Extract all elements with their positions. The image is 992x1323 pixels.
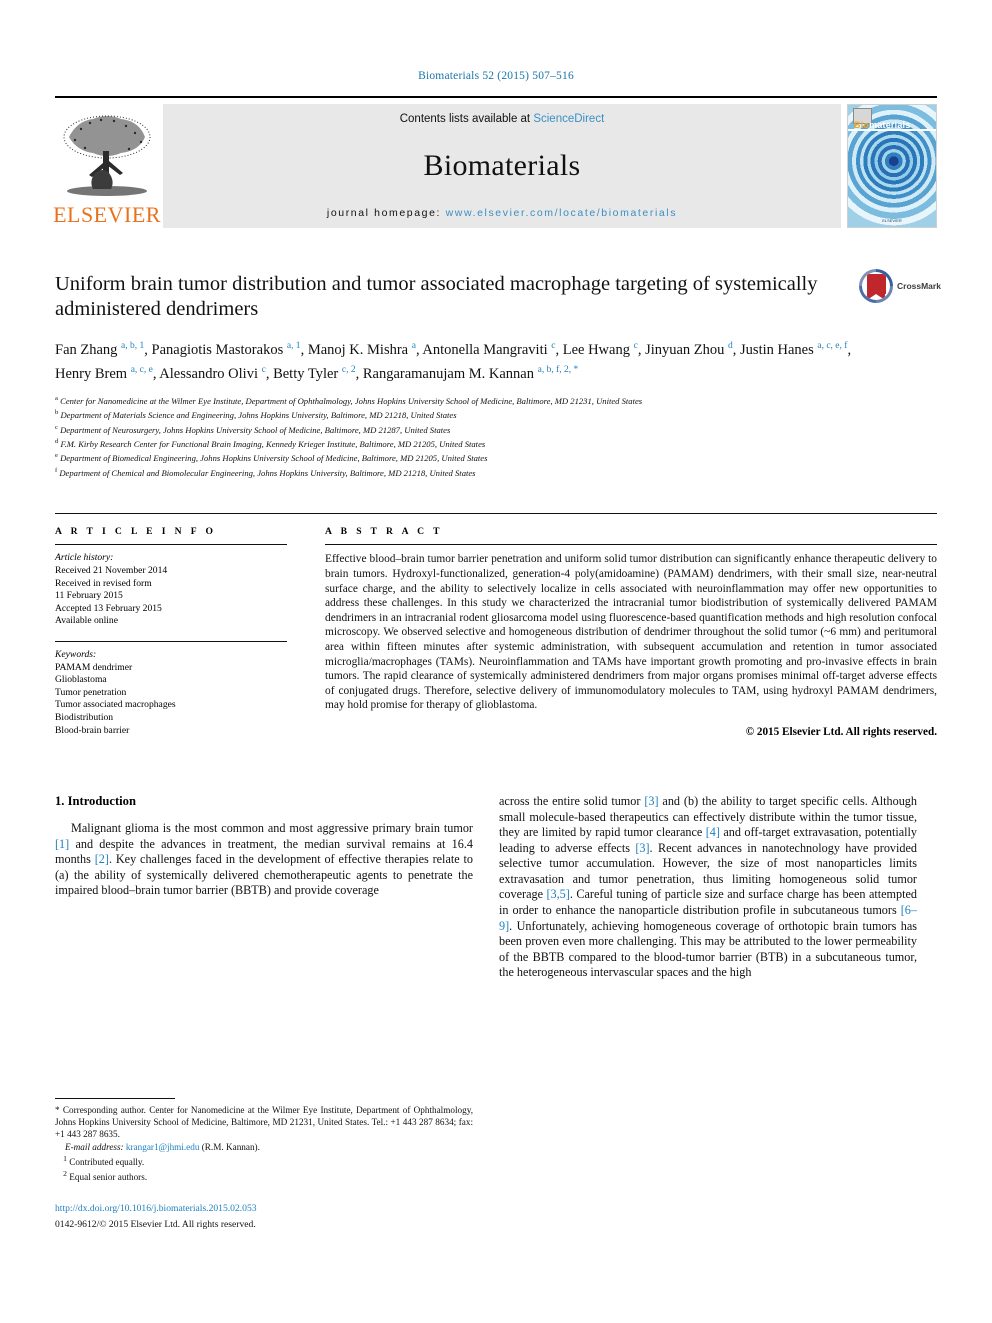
keywords-block: Keywords: PAMAM dendrimer Glioblastoma Tum… bbox=[55, 640, 287, 738]
article-history-item: Received 21 November 2014 bbox=[55, 564, 168, 576]
citation-link[interactable]: [3] bbox=[644, 794, 658, 808]
journal-masthead: ELSEVIER Contents lists available at Sci… bbox=[53, 96, 937, 228]
keyword-items: PAMAM dendrimer Glioblastoma Tumor penetra… bbox=[55, 662, 287, 738]
paragraph-text: Malignant glioma is the most common and … bbox=[71, 820, 473, 835]
article-history-label: Article history: bbox=[55, 552, 114, 564]
body-columns: 1. Introduction Malignant glioma is the … bbox=[55, 794, 937, 981]
article-history: Article history: Received 21 November 20… bbox=[55, 552, 287, 628]
keyword-item: Tumor associated macrophages bbox=[55, 699, 176, 711]
article-history-item: Accepted 13 February 2015 bbox=[55, 602, 162, 614]
affiliation-a: a Center for Nanomedicine at the Wilmer … bbox=[55, 393, 895, 407]
abstract-rule bbox=[325, 544, 937, 546]
email-link[interactable]: krangar1@jhmi.edu bbox=[126, 1142, 200, 1152]
affiliation-e: e Department of Biomedical Engineering, … bbox=[55, 450, 895, 464]
citation-link[interactable]: [2] bbox=[95, 852, 109, 866]
cover-title-materials: materials bbox=[869, 119, 911, 130]
paragraph-text: . Unfortunately, achieving homogeneous c… bbox=[499, 918, 917, 980]
article-info-column: A R T I C L E I N F O Article history: R… bbox=[55, 514, 305, 738]
footnote-2-text: Equal senior authors. bbox=[69, 1172, 148, 1183]
keyword-item: Tumor penetration bbox=[55, 686, 127, 698]
email-note: E-mail address: krangar1@jhmi.edu (R.M. … bbox=[55, 1141, 473, 1153]
keywords-rule bbox=[55, 640, 287, 642]
body-column-right: across the entire solid tumor [3] and (b… bbox=[499, 794, 917, 981]
title-block: Uniform brain tumor distribution and tum… bbox=[55, 269, 941, 322]
footnote-1-marker: 1 bbox=[63, 1153, 67, 1163]
keyword-item: PAMAM dendrimer bbox=[55, 661, 133, 673]
article-info-rule bbox=[55, 544, 287, 546]
footnote-1: 1 Contributed equally. bbox=[55, 1153, 473, 1168]
abstract-copyright: © 2015 Elsevier Ltd. All rights reserved… bbox=[745, 725, 937, 738]
running-head: Biomaterials 52 (2015) 507–516 bbox=[418, 70, 574, 82]
cover-title: Biomaterials bbox=[854, 120, 910, 130]
article-history-item: Received in revised form bbox=[55, 577, 152, 589]
affiliation-c: c Department of Neurosurgery, Johns Hopk… bbox=[55, 422, 895, 436]
affiliation-b: b Department of Materials Science and En… bbox=[55, 407, 895, 421]
doi-link[interactable]: http://dx.doi.org/10.1016/j.biomaterials… bbox=[55, 1203, 473, 1214]
affiliation-d: d F.M. Kirby Research Center for Functio… bbox=[55, 436, 895, 450]
article-info-heading: A R T I C L E I N F O bbox=[55, 526, 217, 538]
affiliation-text: F.M. Kirby Research Center for Functiona… bbox=[58, 438, 486, 449]
article-history-item: 11 February 2015 bbox=[55, 590, 123, 602]
email-attribution: (R.M. Kannan). bbox=[201, 1141, 260, 1152]
article-history-items: Received 21 November 2014 Received in rev… bbox=[55, 565, 287, 628]
homepage-prefix: journal homepage: bbox=[326, 207, 446, 219]
keywords-label: Keywords: bbox=[55, 648, 97, 660]
corresponding-author-note: * Corresponding author. Center for Nanom… bbox=[55, 1105, 473, 1140]
affiliation-text: Department of Chemical and Biomolecular … bbox=[57, 467, 476, 478]
affiliation-text: Department of Neurosurgery, Johns Hopkin… bbox=[57, 424, 451, 435]
doi-block: http://dx.doi.org/10.1016/j.biomaterials… bbox=[55, 1203, 473, 1232]
article-history-item: Available online bbox=[55, 615, 118, 627]
crossmark-badge[interactable]: CrossMark bbox=[859, 268, 941, 304]
contents-prefix: Contents lists available at bbox=[399, 113, 534, 125]
affiliation-text: Department of Biomedical Engineering, Jo… bbox=[57, 453, 488, 464]
masthead-banner: Contents lists available at ScienceDirec… bbox=[163, 104, 841, 228]
keyword-item: Blood-brain barrier bbox=[55, 724, 130, 736]
email-label: E-mail address: bbox=[65, 1141, 124, 1152]
affiliation-list: a Center for Nanomedicine at the Wilmer … bbox=[55, 393, 895, 480]
footnote-block: * Corresponding author. Center for Nanom… bbox=[55, 1098, 473, 1232]
page-title: Uniform brain tumor distribution and tum… bbox=[55, 273, 818, 320]
footnote-2: 2 Equal senior authors. bbox=[55, 1168, 473, 1183]
citation-link[interactable]: [3,5] bbox=[546, 887, 569, 901]
cover-title-bio: Bio bbox=[854, 119, 870, 130]
abstract-column: A B S T R A C T Effective blood–brain tu… bbox=[305, 514, 937, 738]
intro-paragraph-left: Malignant glioma is the most common and … bbox=[55, 821, 473, 899]
issn-copyright: 0142-9612/© 2015 Elsevier Ltd. All right… bbox=[55, 1219, 256, 1231]
sciencedirect-link[interactable]: ScienceDirect bbox=[533, 113, 604, 125]
paragraph-text: across the entire solid tumor bbox=[499, 793, 645, 808]
citation-link[interactable]: [4] bbox=[706, 825, 720, 839]
section-heading-introduction: 1. Introduction bbox=[55, 793, 136, 808]
body-column-left: 1. Introduction Malignant glioma is the … bbox=[55, 794, 473, 981]
contents-line: Contents lists available at ScienceDirec… bbox=[400, 113, 605, 125]
info-abstract-row: A R T I C L E I N F O Article history: R… bbox=[55, 513, 937, 738]
cover-footer: ELSEVIER bbox=[882, 218, 902, 223]
journal-homepage-line: journal homepage: www.elsevier.com/locat… bbox=[327, 207, 677, 219]
keyword-item: Glioblastoma bbox=[55, 674, 107, 686]
paragraph-text: . Key challenges faced in the developmen… bbox=[55, 852, 473, 898]
affiliation-f: f Department of Chemical and Biomolecula… bbox=[55, 465, 895, 479]
journal-homepage-link[interactable]: www.elsevier.com/locate/biomaterials bbox=[446, 207, 678, 219]
journal-cover-thumbnail: Biomaterials ELSEVIER bbox=[847, 104, 937, 228]
elsevier-tree-icon bbox=[59, 111, 155, 203]
citation-link[interactable]: [1] bbox=[55, 837, 69, 851]
elsevier-wordmark: ELSEVIER bbox=[53, 202, 161, 227]
citation-link[interactable]: [3] bbox=[635, 841, 649, 855]
abstract-heading: A B S T R A C T bbox=[325, 526, 443, 538]
author-list: Fan Zhang a, b, 1, Panagiotis Mastorakos… bbox=[55, 341, 852, 382]
footnote-2-marker: 2 bbox=[63, 1169, 67, 1179]
intro-paragraph-right: across the entire solid tumor [3] and (b… bbox=[499, 794, 917, 981]
footnote-1-text: Contributed equally. bbox=[69, 1156, 145, 1167]
affiliation-text: Center for Nanomedicine at the Wilmer Ey… bbox=[57, 395, 643, 406]
crossmark-label: CrossMark bbox=[897, 281, 941, 291]
footnote-rule bbox=[55, 1098, 175, 1099]
abstract-text: Effective blood–brain tumor barrier pene… bbox=[325, 553, 937, 712]
affiliation-text: Department of Materials Science and Engi… bbox=[58, 409, 457, 420]
cover-divider bbox=[848, 129, 936, 132]
crossmark-icon bbox=[859, 269, 893, 303]
keyword-item: Biodistribution bbox=[55, 711, 114, 723]
article-first-page: Biomaterials 52 (2015) 507–516 ELSEVIER … bbox=[0, 0, 992, 1323]
journal-title: Biomaterials bbox=[423, 149, 581, 182]
elsevier-logo: ELSEVIER bbox=[53, 104, 161, 228]
